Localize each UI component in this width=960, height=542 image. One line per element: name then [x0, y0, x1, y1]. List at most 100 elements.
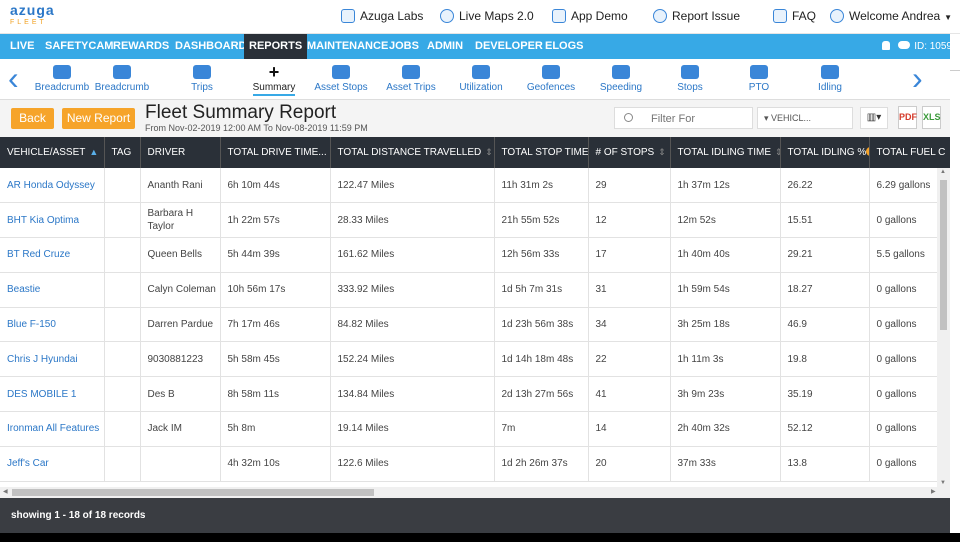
strip-stops[interactable]: Stops	[656, 59, 724, 100]
excel-export-button[interactable]: XLS	[922, 106, 941, 129]
table-row[interactable]: Jeff's Car 4h 32m 10s 122.6 Miles 1d 2h 26m…	[0, 446, 950, 482]
cell-vehicle[interactable]: Beastie	[0, 272, 105, 308]
forklift-icon	[472, 65, 490, 79]
strip-utilization[interactable]: Utilization	[447, 59, 515, 100]
horizontal-scrollbar[interactable]: ◀ ▶	[0, 487, 950, 498]
strip-speeding[interactable]: Speeding	[587, 59, 655, 100]
cell-drive-time: 8h 58m 11s	[220, 376, 331, 413]
report-type-strip: ‹ Breadcrumb Breadcrumb Trips + Summary A…	[0, 59, 960, 100]
column-chooser-button[interactable]: ▥▾	[860, 107, 888, 129]
col-driver[interactable]: DRIVER	[140, 137, 221, 168]
faq-link[interactable]: FAQ	[773, 9, 816, 23]
back-button[interactable]: Back	[11, 108, 54, 129]
table-row[interactable]: Chris J Hyundai 9030881223 5h 58m 45s 152.2…	[0, 341, 950, 378]
cell-idling-pct: 46.9	[780, 307, 870, 343]
cell-idling-time: 1h 59m 54s	[670, 272, 781, 308]
strip-trips[interactable]: Trips	[168, 59, 236, 100]
strip-asset-stops[interactable]: Asset Stops	[307, 59, 375, 100]
table-row[interactable]: Beastie Calyn Coleman 10h 56m 17s 333.92 Mi…	[0, 272, 950, 308]
nav-reports[interactable]: REPORTS	[244, 34, 308, 59]
strip-breadcrumb-2[interactable]: Breadcrumb	[88, 59, 156, 100]
table-row[interactable]: Ironman All Features Jack IM 5h 8m 19.14 Mi…	[0, 411, 950, 447]
nav-live[interactable]: LIVE	[5, 34, 39, 59]
cell-vehicle[interactable]: Chris J Hyundai	[0, 341, 105, 378]
cell-vehicle[interactable]: Blue F-150	[0, 307, 105, 343]
azuga-labs-link[interactable]: Azuga Labs	[341, 9, 423, 23]
bottom-strip	[0, 533, 960, 542]
cell-drive-time: 10h 56m 17s	[220, 272, 331, 308]
col-total-distance[interactable]: TOTAL DISTANCE TRAVELLED ⇕	[330, 137, 495, 168]
nav-admin[interactable]: ADMIN	[422, 34, 468, 59]
cell-distance: 161.62 Miles	[330, 237, 495, 273]
nav-elogs[interactable]: ELOGS	[540, 34, 589, 59]
nav-dashboard[interactable]: DASHBOARD	[170, 34, 252, 59]
nav-jobs[interactable]: JOBS	[384, 34, 424, 59]
app-demo-link[interactable]: App Demo	[552, 9, 628, 23]
bell-icon[interactable]	[882, 41, 891, 50]
cell-idling-pct: 13.8	[780, 446, 870, 482]
nav-maintenance[interactable]: MAINTENANCE	[302, 34, 393, 59]
id-label: ID: 1059	[914, 41, 952, 52]
document-icon	[773, 9, 787, 23]
vertical-scrollbar[interactable]: ▲ ▼	[937, 168, 950, 487]
cell-vehicle[interactable]: BT Red Cruze	[0, 237, 105, 273]
vertical-scroll-thumb[interactable]	[940, 180, 947, 330]
vehicle-select-label: VEHICL...	[771, 113, 812, 123]
user-menu[interactable]: Welcome Andrea ▼	[830, 9, 952, 23]
pdf-export-button[interactable]: PDF	[898, 106, 917, 129]
cell-vehicle[interactable]: DES MOBILE 1	[0, 376, 105, 413]
trailer-trip-icon	[402, 65, 420, 79]
filter-input[interactable]	[651, 111, 749, 127]
nav-safetycam[interactable]: SAFETYCAM	[40, 34, 118, 59]
col-total-idling-pct[interactable]: TOTAL IDLING %	[780, 137, 870, 168]
cell-vehicle[interactable]: AR Honda Odyssey	[0, 168, 105, 204]
report-issue-link[interactable]: Report Issue	[653, 9, 740, 23]
chat-icon[interactable]	[898, 41, 911, 49]
strip-asset-trips[interactable]: Asset Trips	[377, 59, 445, 100]
filter-box[interactable]	[614, 107, 753, 129]
azuga-logo[interactable]: azuga FLEET	[10, 3, 55, 27]
cell-tag	[104, 272, 141, 308]
col-vehicle-asset[interactable]: VEHICLE/ASSET ▲	[0, 137, 105, 168]
strip-breadcrumb-1[interactable]: Breadcrumb	[28, 59, 96, 100]
strip-geofences[interactable]: Geofences	[517, 59, 585, 100]
strip-next-arrow-icon[interactable]: ›	[912, 61, 923, 95]
col-total-drive-time[interactable]: TOTAL DRIVE TIME...⇕	[220, 137, 331, 168]
nav-rewards[interactable]: REWARDS	[108, 34, 174, 59]
cell-stops: 29	[588, 168, 671, 204]
nav-developer[interactable]: DEVELOPER	[470, 34, 548, 59]
new-report-button[interactable]: New Report	[62, 108, 135, 129]
scroll-up-icon[interactable]: ▲	[940, 169, 946, 175]
col-tag[interactable]: TAG	[104, 137, 141, 168]
scroll-left-icon[interactable]: ◀	[3, 487, 8, 498]
cell-idling-time: 2h 40m 32s	[670, 411, 781, 447]
cell-vehicle[interactable]: Ironman All Features	[0, 411, 105, 447]
user-icon	[830, 9, 844, 23]
cell-vehicle[interactable]: Jeff's Car	[0, 446, 105, 482]
table-row[interactable]: BT Red Cruze Queen Bells 5h 44m 39s 161.62 …	[0, 237, 950, 273]
table-row[interactable]: Blue F-150 Darren Pardue 7h 17m 46s 84.82 M…	[0, 307, 950, 343]
col-total-stop-time[interactable]: TOTAL STOP TIME	[494, 137, 589, 168]
vehicle-select[interactable]: ▾ VEHICL...	[757, 107, 853, 129]
table-footer: showing 1 - 18 of 18 records	[0, 498, 950, 533]
col-total-fuel[interactable]: TOTAL FUEL C	[869, 137, 950, 168]
table-row[interactable]: BHT Kia Optima Barbara H Taylor 1h 22m 57s…	[0, 202, 950, 239]
table-row[interactable]: AR Honda Odyssey Ananth Rani 6h 10m 44s 122…	[0, 168, 950, 204]
live-maps-link[interactable]: Live Maps 2.0	[440, 9, 534, 23]
records-count: showing 1 - 18 of 18 records	[11, 510, 146, 521]
strip-summary[interactable]: + Summary	[240, 59, 308, 100]
cell-driver: Queen Bells	[140, 237, 221, 273]
scroll-down-icon[interactable]: ▼	[940, 480, 946, 486]
col-total-idling-time[interactable]: TOTAL IDLING TIME⇕	[670, 137, 781, 168]
cell-vehicle[interactable]: BHT Kia Optima	[0, 202, 105, 239]
table-row[interactable]: DES MOBILE 1 Des B 8h 58m 11s 134.84 Miles 2…	[0, 376, 950, 413]
strip-pto[interactable]: PTO	[725, 59, 793, 100]
col-num-stops[interactable]: # OF STOPS ⇕	[588, 137, 671, 168]
scroll-right-icon[interactable]: ▶	[931, 487, 936, 498]
strip-prev-arrow-icon[interactable]: ‹	[8, 61, 19, 95]
cell-distance: 84.82 Miles	[330, 307, 495, 343]
strip-idling[interactable]: Idling	[796, 59, 864, 100]
cell-distance: 19.14 Miles	[330, 411, 495, 447]
horizontal-scroll-thumb[interactable]	[12, 489, 374, 496]
cell-tag	[104, 202, 141, 239]
